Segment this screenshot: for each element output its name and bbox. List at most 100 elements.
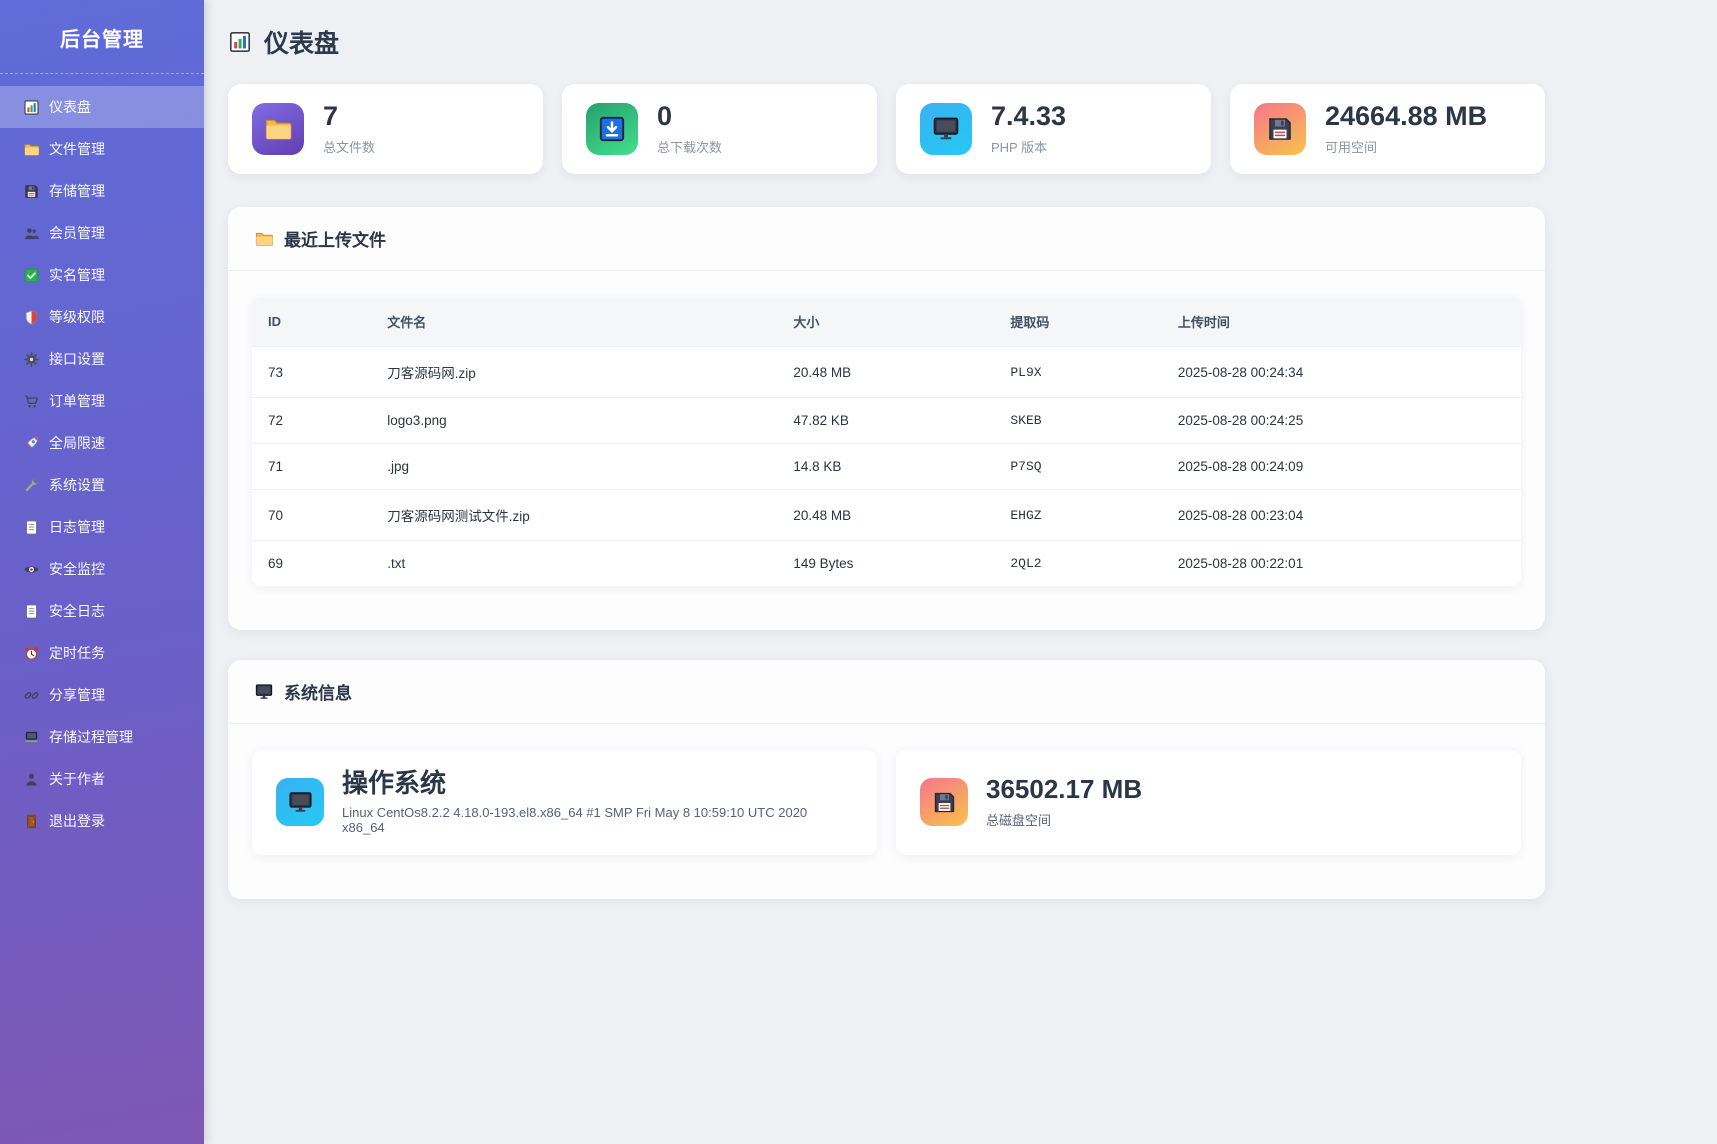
floppy-icon [23, 183, 40, 200]
laptop-icon [23, 729, 40, 746]
stat-value: 7 [323, 102, 375, 130]
file-id-cell: 71 [252, 444, 371, 490]
file-name-cell: 刀客源码网.zip [371, 347, 777, 398]
admin-app: 后台管理 仪表盘 文件管理 存储管理 会员管理 实名管理 等级权限 接口设置 订… [0, 0, 1717, 1144]
gear-icon [23, 351, 40, 368]
stat-label: 可用空间 [1325, 137, 1487, 156]
person-icon [23, 771, 40, 788]
link-icon [23, 687, 40, 704]
sidebar-item-system-settings[interactable]: 系统设置 [0, 464, 204, 506]
sidebar-item-member-management[interactable]: 会员管理 [0, 212, 204, 254]
table-header-row: ID 文件名 大小 提取码 上传时间 [252, 297, 1521, 347]
file-size-cell: 149 Bytes [777, 541, 994, 587]
cart-icon [23, 393, 40, 410]
sidebar-item-storage-management[interactable]: 存储管理 [0, 170, 204, 212]
sidebar: 后台管理 仪表盘 文件管理 存储管理 会员管理 实名管理 等级权限 接口设置 订… [0, 0, 204, 1144]
stat-card: 0 总下载次数 [562, 84, 877, 174]
system-info-grid: 操作系统 Linux CentOs8.2.2 4.18.0-193.el8.x8… [252, 750, 1521, 854]
table-row: 72 logo3.png 47.82 KB SKEB 2025-08-28 00… [252, 398, 1521, 444]
stat-label: 总文件数 [323, 137, 375, 156]
sidebar-item-dashboard[interactable]: 仪表盘 [0, 86, 204, 128]
system-info-section: 系统信息 操作系统 Linux CentOs8.2.2 4.18.0-193.e… [228, 660, 1545, 898]
rocket-icon [23, 435, 40, 452]
table-row: 71 .jpg 14.8 KB P7SQ 2025-08-28 00:24:09 [252, 444, 1521, 490]
sidebar-item-realname-management[interactable]: 实名管理 [0, 254, 204, 296]
sidebar-item-about-author[interactable]: 关于作者 [0, 758, 204, 800]
stat-value: 0 [657, 102, 722, 130]
col-header-code: 提取码 [994, 297, 1162, 347]
sidebar-divider [0, 73, 204, 74]
file-code-cell: PL9X [994, 347, 1162, 398]
sidebar-item-level-permission[interactable]: 等级权限 [0, 296, 204, 338]
col-header-name: 文件名 [371, 297, 777, 347]
app-title: 后台管理 [0, 0, 204, 73]
sidebar-item-stored-procedure-management[interactable]: 存储过程管理 [0, 716, 204, 758]
bar-chart-icon [23, 99, 40, 116]
col-header-time: 上传时间 [1162, 297, 1521, 347]
sidebar-nav: 仪表盘 文件管理 存储管理 会员管理 实名管理 等级权限 接口设置 订单管理 全… [0, 86, 204, 842]
file-size-cell: 14.8 KB [777, 444, 994, 490]
stat-card: 24664.88 MB 可用空间 [1230, 84, 1545, 174]
sidebar-item-api-settings[interactable]: 接口设置 [0, 338, 204, 380]
file-name-cell: logo3.png [371, 398, 777, 444]
file-id-cell: 69 [252, 541, 371, 587]
sidebar-item-share-management[interactable]: 分享管理 [0, 674, 204, 716]
document-icon [23, 519, 40, 536]
table-row: 70 刀客源码网测试文件.zip 20.48 MB EHGZ 2025-08-2… [252, 490, 1521, 541]
main-content: 仪表盘 7 总文件数 0 总下载次数 7.4.33 PHP 版本 24664.8… [204, 0, 1717, 1144]
sidebar-item-file-management[interactable]: 文件管理 [0, 128, 204, 170]
file-id-cell: 72 [252, 398, 371, 444]
wrench-icon [23, 477, 40, 494]
file-time-cell: 2025-08-28 00:24:09 [1162, 444, 1521, 490]
file-id-cell: 70 [252, 490, 371, 541]
file-size-cell: 20.48 MB [777, 490, 994, 541]
file-time-cell: 2025-08-28 00:23:04 [1162, 490, 1521, 541]
file-code-cell: P7SQ [994, 444, 1162, 490]
table-row: 69 .txt 149 Bytes 2QL2 2025-08-28 00:22:… [252, 541, 1521, 587]
info-card-subtitle: Linux CentOs8.2.2 4.18.0-193.el8.x86_64 … [342, 805, 853, 835]
sidebar-item-security-log[interactable]: 安全日志 [0, 590, 204, 632]
floppy-icon [920, 778, 968, 826]
recent-files-tbody: 73 刀客源码网.zip 20.48 MB PL9X 2025-08-28 00… [252, 347, 1521, 587]
file-code-cell: SKEB [994, 398, 1162, 444]
sidebar-item-security-monitor[interactable]: 安全监控 [0, 548, 204, 590]
file-time-cell: 2025-08-28 00:24:34 [1162, 347, 1521, 398]
folder-icon [252, 103, 304, 155]
floppy-icon [1254, 103, 1306, 155]
file-time-cell: 2025-08-28 00:22:01 [1162, 541, 1521, 587]
info-card-subtitle: 总磁盘空间 [986, 810, 1142, 829]
recent-files-section: 最近上传文件 ID 文件名 大小 提取码 [228, 207, 1545, 630]
file-code-cell: 2QL2 [994, 541, 1162, 587]
sidebar-item-log-management[interactable]: 日志管理 [0, 506, 204, 548]
stat-value: 7.4.33 [991, 102, 1066, 130]
sidebar-item-scheduled-tasks[interactable]: 定时任务 [0, 632, 204, 674]
stat-cards-row: 7 总文件数 0 总下载次数 7.4.33 PHP 版本 24664.88 MB… [228, 84, 1545, 174]
system-info-header: 系统信息 [228, 660, 1545, 724]
file-name-cell: .txt [371, 541, 777, 587]
stat-label: 总下载次数 [657, 137, 722, 156]
sidebar-item-order-management[interactable]: 订单管理 [0, 380, 204, 422]
file-size-cell: 20.48 MB [777, 347, 994, 398]
table-row: 73 刀客源码网.zip 20.48 MB PL9X 2025-08-28 00… [252, 347, 1521, 398]
folder-icon [23, 141, 40, 158]
recent-files-title: 最近上传文件 [284, 226, 386, 251]
bar-chart-icon [228, 30, 252, 54]
recent-files-header: 最近上传文件 [228, 207, 1545, 271]
system-info-title: 系统信息 [284, 679, 352, 704]
check-square-icon [23, 267, 40, 284]
info-card: 操作系统 Linux CentOs8.2.2 4.18.0-193.el8.x8… [252, 750, 877, 854]
sidebar-item-global-speed-limit[interactable]: 全局限速 [0, 422, 204, 464]
page-title: 仪表盘 [264, 24, 339, 60]
info-card: 36502.17 MB 总磁盘空间 [896, 750, 1521, 854]
recent-files-table: ID 文件名 大小 提取码 上传时间 73 刀客源码网.zip 20.48 MB… [252, 297, 1521, 586]
file-name-cell: 刀客源码网测试文件.zip [371, 490, 777, 541]
stat-label: PHP 版本 [991, 137, 1066, 156]
download-icon [586, 103, 638, 155]
document-icon [23, 603, 40, 620]
file-code-cell: EHGZ [994, 490, 1162, 541]
file-time-cell: 2025-08-28 00:24:25 [1162, 398, 1521, 444]
monitor-icon [276, 778, 324, 826]
clock-icon [23, 645, 40, 662]
sidebar-item-logout[interactable]: 退出登录 [0, 800, 204, 842]
file-name-cell: .jpg [371, 444, 777, 490]
